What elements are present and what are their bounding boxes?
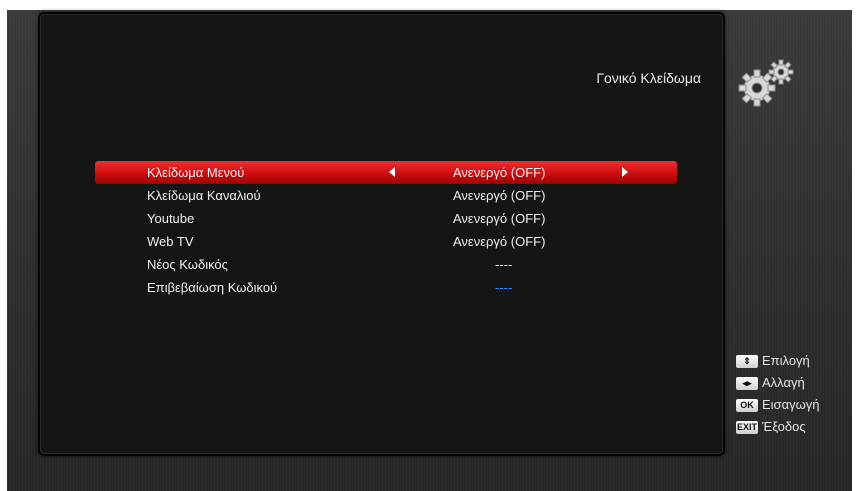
new-code-field[interactable]: ----	[495, 257, 512, 272]
left-right-key-icon: ◂▸	[736, 377, 758, 390]
legend-select-label: Επιλογή	[762, 353, 810, 368]
menu-item-label: Κλείδωμα Καναλιού	[147, 188, 261, 203]
menu-item-value: Ανενεργό (OFF)	[453, 165, 546, 180]
menu-item-confirm-code[interactable]: Επιβεβαίωση Κωδικού ----	[95, 276, 677, 299]
legend-change-label: Αλλαγή	[762, 375, 805, 390]
menu-item-value: Ανενεργό (OFF)	[453, 211, 546, 226]
menu-item-label: Youtube	[147, 211, 195, 226]
gears-icon	[738, 59, 794, 107]
ok-key-icon: OK	[736, 399, 758, 412]
menu-item-label: Νέος Κωδικός	[147, 257, 228, 272]
menu-item-menu-lock[interactable]: Κλείδωμα Μενού Ανενεργό (OFF)	[95, 161, 677, 184]
parental-lock-menu: Κλείδωμα Μενού Ανενεργό (OFF) Κλείδωμα Κ…	[95, 161, 677, 299]
confirm-code-field[interactable]: ----	[495, 280, 512, 295]
legend-exit-label: Έξοδος	[762, 419, 806, 434]
menu-item-value: Ανενεργό (OFF)	[453, 234, 546, 249]
menu-item-web-tv[interactable]: Web TV Ανενεργό (OFF)	[95, 230, 677, 253]
exit-key-icon: EXIT	[736, 421, 758, 434]
page-title: Γονικό Κλείδωμα	[596, 70, 701, 86]
menu-item-label: Επιβεβαίωση Κωδικού	[147, 280, 278, 295]
arrow-right-icon[interactable]	[622, 167, 628, 177]
tv-screen: Γονικό Κλείδωμα Κλείδωμα Μενού Ανενεργό …	[7, 10, 852, 491]
menu-item-label: Κλείδωμα Μενού	[147, 165, 245, 180]
up-down-key-icon: ⇕	[736, 355, 758, 368]
arrow-left-icon[interactable]	[389, 167, 395, 177]
menu-item-new-code[interactable]: Νέος Κωδικός ----	[95, 253, 677, 276]
menu-item-youtube[interactable]: Youtube Ανενεργό (OFF)	[95, 207, 677, 230]
menu-item-value: Ανενεργό (OFF)	[453, 188, 546, 203]
menu-item-channel-lock[interactable]: Κλείδωμα Καναλιού Ανενεργό (OFF)	[95, 184, 677, 207]
legend-ok-label: Εισαγωγή	[762, 397, 820, 412]
menu-item-label: Web TV	[147, 234, 194, 249]
